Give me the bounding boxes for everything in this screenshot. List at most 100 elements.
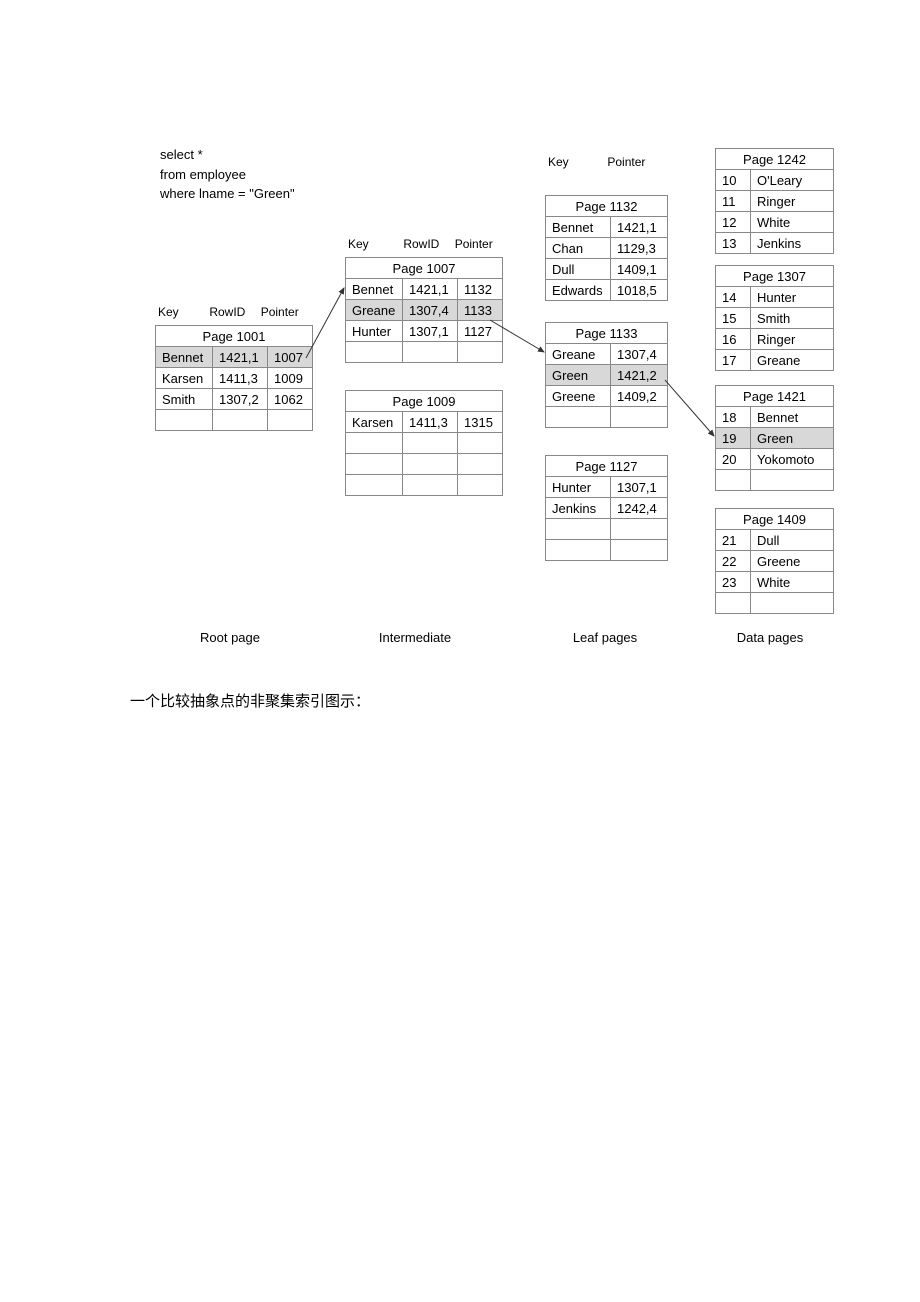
cell: Dull [751, 530, 834, 551]
query-line: where lname = "Green" [160, 184, 295, 204]
table-row: Green1421,2 [546, 365, 668, 386]
page-title-cell: Page 1421 [716, 386, 834, 407]
table-row: 21Dull [716, 530, 834, 551]
cell: Greane [546, 344, 611, 365]
query-line: select * [160, 145, 295, 165]
cell: 1062 [268, 389, 313, 410]
cell: Jenkins [751, 233, 834, 254]
page-title-cell: Page 1001 [156, 326, 313, 347]
cell: 1307,1 [611, 477, 668, 498]
table-row: Bennet1421,11007 [156, 347, 313, 368]
cell [611, 519, 668, 540]
leaf-headers: Key Pointer [548, 155, 645, 169]
page-title-cell: Page 1133 [546, 323, 668, 344]
table-row [546, 519, 668, 540]
cell: White [751, 212, 834, 233]
table-row: 20Yokomoto [716, 449, 834, 470]
cell: 1307,1 [403, 321, 458, 342]
cell [611, 407, 668, 428]
cell: Jenkins [546, 498, 611, 519]
cell: 1421,1 [213, 347, 268, 368]
cell [458, 475, 503, 496]
cell [716, 593, 751, 614]
cell [403, 342, 458, 363]
cell [751, 470, 834, 491]
cell: 1421,1 [611, 217, 668, 238]
table-row: 22Greene [716, 551, 834, 572]
table-row: Greane1307,41133 [346, 300, 503, 321]
table-row: 18Bennet [716, 407, 834, 428]
cell: 1411,3 [403, 412, 458, 433]
query-line: from employee [160, 165, 295, 185]
table-row [346, 475, 503, 496]
table-row: Hunter1307,1 [546, 477, 668, 498]
cell: Greane [751, 350, 834, 371]
cell: O'Leary [751, 170, 834, 191]
table-row: Bennet1421,1 [546, 217, 668, 238]
table-row: Bennet1421,11132 [346, 279, 503, 300]
table-row: Dull1409,1 [546, 259, 668, 280]
table-row [156, 410, 313, 431]
cell: 1129,3 [611, 238, 668, 259]
cell: 1315 [458, 412, 503, 433]
cell [346, 433, 403, 454]
cell: Smith [156, 389, 213, 410]
table-row: 11Ringer [716, 191, 834, 212]
cell: 1307,2 [213, 389, 268, 410]
table-row: 15Smith [716, 308, 834, 329]
cell [403, 475, 458, 496]
page-title-cell: Page 1307 [716, 266, 834, 287]
cell: Smith [751, 308, 834, 329]
cell: 1242,4 [611, 498, 668, 519]
cell: Green [751, 428, 834, 449]
leaf-page-table: Page 1132Bennet1421,1Chan1129,3Dull1409,… [545, 195, 668, 301]
page-title-cell: Page 1009 [346, 391, 503, 412]
cell [403, 454, 458, 475]
cell: White [751, 572, 834, 593]
page-title-cell: Page 1127 [546, 456, 668, 477]
cell [213, 410, 268, 431]
cell: 20 [716, 449, 751, 470]
cell: Greene [546, 386, 611, 407]
cell: 1409,1 [611, 259, 668, 280]
table-row: Hunter1307,11127 [346, 321, 503, 342]
root-page-table: Page 1001Bennet1421,11007Karsen1411,3100… [155, 325, 313, 431]
cell: 1421,2 [611, 365, 668, 386]
cell: Karsen [346, 412, 403, 433]
table-row: Jenkins1242,4 [546, 498, 668, 519]
table-row [346, 454, 503, 475]
cell: Ringer [751, 191, 834, 212]
cell: Greene [751, 551, 834, 572]
cell: 1307,4 [611, 344, 668, 365]
table-row: 17Greane [716, 350, 834, 371]
cell [346, 342, 403, 363]
table-row [716, 470, 834, 491]
root-label: Root page [170, 630, 290, 645]
data-page-table: Page 124210O'Leary11Ringer12White13Jenki… [715, 148, 834, 254]
table-row: Greane1307,4 [546, 344, 668, 365]
cell [546, 407, 611, 428]
cell: 17 [716, 350, 751, 371]
cell [716, 470, 751, 491]
cell: Bennet [546, 217, 611, 238]
sql-query: select * from employee where lname = "Gr… [160, 145, 295, 204]
cell: 12 [716, 212, 751, 233]
cell [268, 410, 313, 431]
leaf-page-table: Page 1133Greane1307,4Green1421,2Greene14… [545, 322, 668, 428]
cell: 1421,1 [403, 279, 458, 300]
cell [458, 433, 503, 454]
page-title-cell: Page 1007 [346, 258, 503, 279]
cell: Greane [346, 300, 403, 321]
table-row: Chan1129,3 [546, 238, 668, 259]
cell [611, 540, 668, 561]
root-headers: Key RowID Pointer [158, 305, 299, 319]
cell: Hunter [751, 287, 834, 308]
cell: Ringer [751, 329, 834, 350]
cell: Hunter [346, 321, 403, 342]
cell [546, 540, 611, 561]
table-row: Edwards1018,5 [546, 280, 668, 301]
cell: 1007 [268, 347, 313, 368]
cell [751, 593, 834, 614]
cell: Dull [546, 259, 611, 280]
page-title-cell: Page 1132 [546, 196, 668, 217]
